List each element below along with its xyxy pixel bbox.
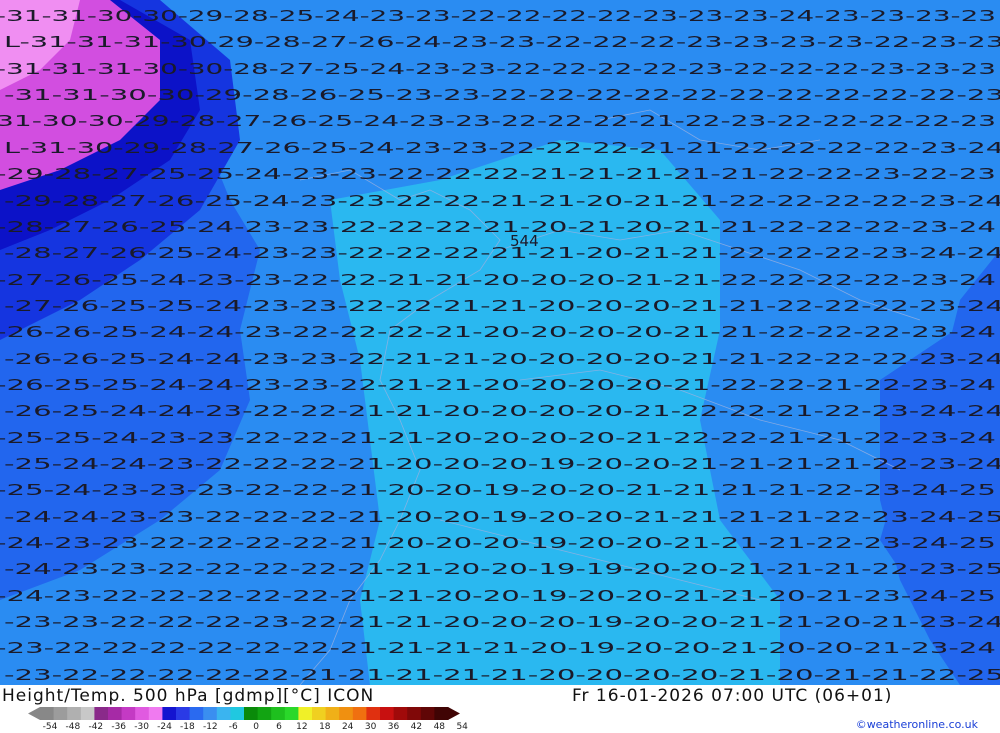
colorbar-segment — [216, 707, 231, 720]
colorbar-right-arrow — [448, 707, 460, 720]
colorbar-tick-label: -48 — [65, 722, 81, 732]
colorbar-left-arrow — [28, 707, 40, 720]
colorbar-tick-label: 54 — [456, 722, 468, 732]
contour-label-row: -23-22-22-22-22-22-22-21-21-21-21-20-19-… — [0, 639, 996, 657]
contour-label-row: L-31-30-29-28-27-26-25-24-23-23-22-22-22… — [4, 139, 1000, 157]
colorbar-segment — [40, 707, 55, 720]
colorbar-segment — [434, 707, 449, 720]
colorbar-tick-label: -12 — [202, 722, 218, 732]
colorbar-segment — [135, 707, 150, 720]
contour-label-row: -26-25-24-24-23-22-22-21-21-20-20-20-20-… — [4, 402, 1000, 420]
colorbar-segment — [380, 707, 395, 720]
contour-label-row: -27-26-25-25-24-23-23-22-22-21-21-20-20-… — [4, 297, 1000, 315]
contour-label-row: -25-24-23-23-23-22-22-21-20-20-19-20-20-… — [0, 481, 996, 499]
contour-label-row: -23-22-22-22-22-22-21-21-21-21-21-20-20-… — [4, 666, 1000, 684]
colorbar-tick-label: 0 — [253, 722, 259, 732]
contour-label-row: -23-23-22-22-22-23-22-21-21-20-20-20-19-… — [4, 613, 1000, 631]
contour-label-row: -24-23-23-22-22-22-22-21-21-20-20-19-19-… — [4, 560, 1000, 578]
colorbar-segment — [162, 707, 177, 720]
colorbar-segment — [393, 707, 408, 720]
colorbar-segment — [244, 707, 259, 720]
contour-label-row: 31-30-30-29-28-27-26-25-24-23-23-22-22-2… — [0, 112, 996, 130]
contour-label-row: -29-28-27-26-25-24-23-23-22-22-21-21-20-… — [4, 192, 1000, 210]
colorbar-ticks: -54 -48 -42 -36 -30 -24 -18 -12 -6 0 6 12 18 24 30 36 42… — [28, 722, 468, 733]
colorbar-segment — [121, 707, 136, 720]
colorbar-segment — [271, 707, 286, 720]
contour-label-row: -28-27-26-25-24-23-23-22-22-22-21-21-20-… — [4, 244, 1000, 262]
colorbar-segment — [94, 707, 109, 720]
colorbar-tick-label: 18 — [319, 722, 331, 732]
colorbar-segment — [352, 707, 367, 720]
map-title: Height/Temp. 500 hPa [gdmp][°C] ICON — [2, 686, 375, 706]
valid-time: Fr 16-01-2026 07:00 UTC (06+01) — [572, 686, 893, 706]
colorbar-segment — [257, 707, 272, 720]
colorbar-segment — [203, 707, 218, 720]
colorbar-segment — [80, 707, 95, 720]
contour-label-row: -31-31-30-30-29-28-26-25-23-23-22-22-22-… — [4, 86, 1000, 104]
colorbar-segment — [312, 707, 327, 720]
colorbar-segment — [176, 707, 191, 720]
contour-label-row: -25-24-24-23-22-22-22-21-20-20-20-19-20-… — [4, 455, 1000, 473]
colorbar-tick-label: 12 — [296, 722, 308, 732]
colorbar-segment — [420, 707, 435, 720]
colorbar-tick-label: -18 — [180, 722, 195, 732]
colorbar-segment — [108, 707, 123, 720]
colorbar — [28, 707, 460, 720]
contour-label-row: -26-26-25-24-24-23-22-22-22-21-20-20-20-… — [0, 323, 996, 341]
colorbar-segment — [325, 707, 340, 720]
colorbar-tick-label: 24 — [341, 722, 354, 732]
credit-link[interactable]: ©weatheronline.co.uk — [856, 718, 978, 731]
colorbar-segment — [67, 707, 82, 720]
contour-label-row: -26-26-25-24-24-23-23-22-21-21-20-20-20-… — [4, 350, 1000, 368]
colorbar-tick-label: -30 — [134, 722, 149, 732]
colorbar-tick-label: -36 — [111, 722, 127, 732]
colorbar-tick-label: 48 — [433, 722, 446, 732]
colorbar-tick-label: 42 — [410, 722, 423, 732]
colorbar-tick-label: -24 — [157, 722, 172, 732]
colorbar-segment — [53, 707, 68, 720]
contour-label-row: -24-23-23-22-22-22-22-21-20-20-20-19-20-… — [0, 534, 996, 552]
contour-label-row: -25-25-24-23-23-22-22-21-21-20-20-20-20-… — [0, 429, 996, 447]
colorbar-tick-label: -6 — [228, 722, 238, 732]
colorbar-segment — [339, 707, 354, 720]
colorbar-segment — [366, 707, 381, 720]
contour-label-row: -31-31-30-30-29-28-25-24-23-23-22-22-22-… — [0, 7, 996, 25]
temperature-field: -31-31-30-30-29-28-25-24-23-23-22-22-22-… — [0, 0, 1000, 685]
contour-label-row: -24-23-22-22-22-22-22-21-21-20-20-19-20-… — [0, 587, 996, 605]
contour-label-row: -28-27-26-25-24-23-23-22-22-22-21-20-21-… — [0, 218, 996, 236]
colorbar-segment — [298, 707, 313, 720]
colorbar-tick-label: -54 — [42, 722, 58, 732]
colorbar-segment — [148, 707, 163, 720]
colorbar-segment — [230, 707, 245, 720]
contour-label-row: -29-28-27-25-25-24-23-23-22-22-22-21-21-… — [0, 165, 996, 183]
weather-map: -31-31-30-30-29-28-25-24-23-23-22-22-22-… — [0, 0, 1000, 685]
colorbar-tick-label: 36 — [387, 722, 400, 732]
colorbar-segment — [284, 707, 299, 720]
colorbar-tick-label: 6 — [276, 722, 282, 732]
colorbar-tick-label: -42 — [88, 722, 104, 732]
contour-label-row: -31-31-31-30-30-28-27-25-24-23-23-22-22-… — [0, 60, 996, 78]
colorbar-segment — [407, 707, 422, 720]
contour-label-row: -27-26-25-24-23-23-22-22-21-21-20-20-20-… — [0, 271, 996, 289]
field-label: 544 — [510, 232, 539, 250]
contour-label-row: -26-25-25-24-24-23-23-22-21-21-20-20-20-… — [0, 376, 996, 394]
colorbar-segment — [189, 707, 204, 720]
colorbar-tick-label: 30 — [364, 722, 377, 732]
contour-label-row: L-31-31-31-30-29-28-27-26-24-23-23-22-22… — [4, 33, 1000, 51]
contour-label-row: -24-24-23-23-22-22-22-21-20-20-19-20-20-… — [4, 508, 1000, 526]
